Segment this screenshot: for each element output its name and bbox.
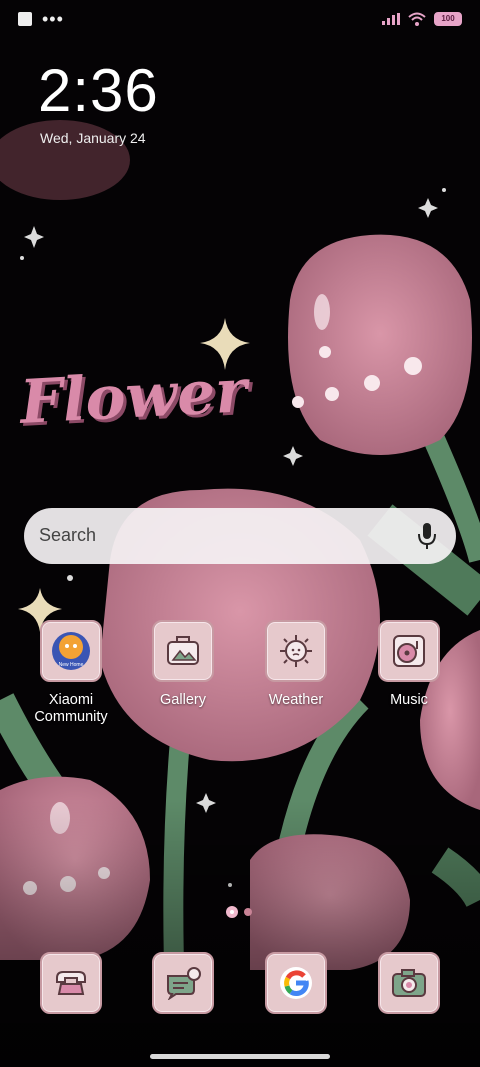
music-record-icon: [378, 620, 440, 682]
wifi-icon: [408, 12, 426, 26]
app-xiaomi-community[interactable]: New Home Xiaomi Community: [16, 620, 126, 726]
camera-icon: [378, 952, 440, 1014]
google-icon: [265, 952, 327, 1014]
app-label: Gallery: [160, 692, 206, 708]
app-label: Weather: [268, 692, 324, 708]
search-placeholder: Search: [39, 525, 97, 545]
gallery-icon: [152, 620, 214, 682]
dock-messages[interactable]: [128, 952, 238, 1014]
gesture-nav-bar[interactable]: [150, 1054, 330, 1059]
microphone-icon[interactable]: [416, 522, 438, 550]
dock-phone[interactable]: [16, 952, 126, 1014]
status-bar: ••• 100: [0, 0, 480, 44]
clock-date[interactable]: Wed, January 24: [40, 130, 146, 146]
app-label: Music: [390, 692, 428, 708]
page-indicator: [226, 906, 252, 918]
xiaomi-community-badge: New Home: [58, 662, 84, 668]
wallpaper-title: Flower: [18, 356, 249, 438]
search-bar[interactable]: Search: [24, 508, 456, 564]
app-music[interactable]: Music: [354, 620, 464, 709]
app-gallery[interactable]: Gallery: [128, 620, 238, 709]
app-label-line1: Xiaomi: [48, 692, 94, 708]
notification-square-icon: [18, 12, 32, 26]
weather-sun-icon: [265, 620, 327, 682]
app-weather[interactable]: Weather: [241, 620, 351, 709]
app-label-line2: Community: [34, 709, 108, 725]
more-dots-icon: •••: [42, 9, 64, 29]
messages-icon: [152, 952, 214, 1014]
xiaomi-community-icon: New Home: [40, 620, 102, 682]
signal-icon: [382, 13, 400, 25]
dock-camera[interactable]: [354, 952, 464, 1014]
battery-icon: 100: [434, 12, 462, 26]
phone-icon: [40, 952, 102, 1014]
clock-time[interactable]: 2:36: [38, 56, 159, 126]
dock-google[interactable]: [241, 952, 351, 1014]
